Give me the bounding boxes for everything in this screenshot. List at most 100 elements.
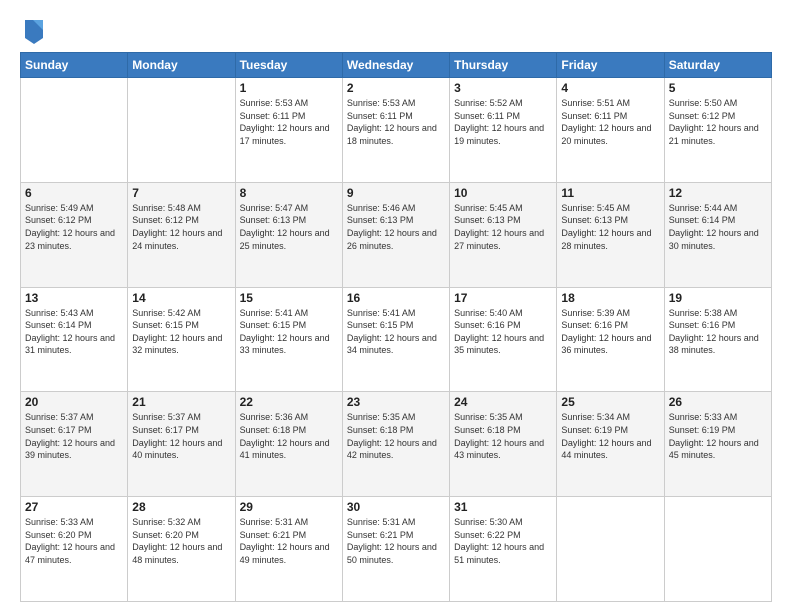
calendar-cell: 4Sunrise: 5:51 AM Sunset: 6:11 PM Daylig… <box>557 78 664 183</box>
weekday-header-monday: Monday <box>128 53 235 78</box>
day-number: 19 <box>669 291 767 305</box>
calendar-cell: 9Sunrise: 5:46 AM Sunset: 6:13 PM Daylig… <box>342 182 449 287</box>
day-number: 31 <box>454 500 552 514</box>
calendar-cell: 17 Sunrise: 5:40 AM Sunset: 6:16 PM Dayli… <box>450 287 557 392</box>
day-info: Sunrise: 5:37 AM Sunset: 6:17 PM Dayligh… <box>25 411 123 461</box>
week-row-3: 13 Sunrise: 5:43 AM Sunset: 6:14 PM Dayli… <box>21 287 772 392</box>
day-number: 8 <box>240 186 338 200</box>
day-info: Sunrise: 5:32 AM Sunset: 6:20 PM Dayligh… <box>132 516 230 566</box>
day-info: Sunrise: 5:45 AM Sunset: 6:13 PM Dayligh… <box>454 202 552 252</box>
calendar-cell: 25Sunrise: 5:34 AM Sunset: 6:19 PM Dayli… <box>557 392 664 497</box>
calendar-cell: 13 Sunrise: 5:43 AM Sunset: 6:14 PM Dayli… <box>21 287 128 392</box>
calendar-cell <box>557 497 664 602</box>
page: SundayMondayTuesdayWednesdayThursdayFrid… <box>0 0 792 612</box>
day-info: Sunrise: 5:48 AM Sunset: 6:12 PM Dayligh… <box>132 202 230 252</box>
logo <box>20 16 45 44</box>
calendar-cell: 5 Sunrise: 5:50 AM Sunset: 6:12 PM Daylig… <box>664 78 771 183</box>
calendar-cell: 7 Sunrise: 5:48 AM Sunset: 6:12 PM Daylig… <box>128 182 235 287</box>
calendar-cell: 18 Sunrise: 5:39 AM Sunset: 6:16 PM Dayli… <box>557 287 664 392</box>
day-number: 1 <box>240 81 338 95</box>
day-info: Sunrise: 5:53 AM Sunset: 6:11 PM Dayligh… <box>240 97 338 147</box>
calendar-cell: 24 Sunrise: 5:35 AM Sunset: 6:18 PM Dayli… <box>450 392 557 497</box>
day-number: 23 <box>347 395 445 409</box>
day-number: 30 <box>347 500 445 514</box>
week-row-4: 20 Sunrise: 5:37 AM Sunset: 6:17 PM Dayli… <box>21 392 772 497</box>
calendar-cell: 1 Sunrise: 5:53 AM Sunset: 6:11 PM Daylig… <box>235 78 342 183</box>
calendar-cell: 28 Sunrise: 5:32 AM Sunset: 6:20 PM Dayli… <box>128 497 235 602</box>
calendar-cell: 30 Sunrise: 5:31 AM Sunset: 6:21 PM Dayli… <box>342 497 449 602</box>
calendar-cell <box>664 497 771 602</box>
day-number: 11 <box>561 186 659 200</box>
calendar-cell: 26 Sunrise: 5:33 AM Sunset: 6:19 PM Dayli… <box>664 392 771 497</box>
day-info: Sunrise: 5:50 AM Sunset: 6:12 PM Dayligh… <box>669 97 767 147</box>
day-number: 21 <box>132 395 230 409</box>
day-info: Sunrise: 5:36 AM Sunset: 6:18 PM Dayligh… <box>240 411 338 461</box>
day-info: Sunrise: 5:31 AM Sunset: 6:21 PM Dayligh… <box>347 516 445 566</box>
calendar-cell: 19Sunrise: 5:38 AM Sunset: 6:16 PM Dayli… <box>664 287 771 392</box>
calendar-cell: 10 Sunrise: 5:45 AM Sunset: 6:13 PM Dayli… <box>450 182 557 287</box>
day-number: 13 <box>25 291 123 305</box>
weekday-header-thursday: Thursday <box>450 53 557 78</box>
day-info: Sunrise: 5:52 AM Sunset: 6:11 PM Dayligh… <box>454 97 552 147</box>
day-info: Sunrise: 5:40 AM Sunset: 6:16 PM Dayligh… <box>454 307 552 357</box>
calendar-cell: 31 Sunrise: 5:30 AM Sunset: 6:22 PM Dayli… <box>450 497 557 602</box>
day-number: 6 <box>25 186 123 200</box>
calendar-cell <box>21 78 128 183</box>
weekday-header-sunday: Sunday <box>21 53 128 78</box>
day-number: 28 <box>132 500 230 514</box>
day-number: 27 <box>25 500 123 514</box>
day-info: Sunrise: 5:49 AM Sunset: 6:12 PM Dayligh… <box>25 202 123 252</box>
day-info: Sunrise: 5:35 AM Sunset: 6:18 PM Dayligh… <box>454 411 552 461</box>
weekday-header-friday: Friday <box>557 53 664 78</box>
calendar: SundayMondayTuesdayWednesdayThursdayFrid… <box>20 52 772 602</box>
calendar-cell: 2 Sunrise: 5:53 AM Sunset: 6:11 PM Daylig… <box>342 78 449 183</box>
calendar-cell: 14Sunrise: 5:42 AM Sunset: 6:15 PM Dayli… <box>128 287 235 392</box>
calendar-cell: 29 Sunrise: 5:31 AM Sunset: 6:21 PM Dayli… <box>235 497 342 602</box>
calendar-cell: 21 Sunrise: 5:37 AM Sunset: 6:17 PM Dayli… <box>128 392 235 497</box>
day-info: Sunrise: 5:53 AM Sunset: 6:11 PM Dayligh… <box>347 97 445 147</box>
weekday-header-tuesday: Tuesday <box>235 53 342 78</box>
day-info: Sunrise: 5:35 AM Sunset: 6:18 PM Dayligh… <box>347 411 445 461</box>
day-number: 10 <box>454 186 552 200</box>
day-number: 22 <box>240 395 338 409</box>
day-number: 29 <box>240 500 338 514</box>
day-info: Sunrise: 5:37 AM Sunset: 6:17 PM Dayligh… <box>132 411 230 461</box>
day-info: Sunrise: 5:51 AM Sunset: 6:11 PM Dayligh… <box>561 97 659 147</box>
calendar-cell: 12Sunrise: 5:44 AM Sunset: 6:14 PM Dayli… <box>664 182 771 287</box>
day-number: 3 <box>454 81 552 95</box>
calendar-cell: 6 Sunrise: 5:49 AM Sunset: 6:12 PM Daylig… <box>21 182 128 287</box>
calendar-cell: 22 Sunrise: 5:36 AM Sunset: 6:18 PM Dayli… <box>235 392 342 497</box>
day-number: 12 <box>669 186 767 200</box>
day-number: 7 <box>132 186 230 200</box>
day-number: 9 <box>347 186 445 200</box>
calendar-cell: 16Sunrise: 5:41 AM Sunset: 6:15 PM Dayli… <box>342 287 449 392</box>
weekday-header-saturday: Saturday <box>664 53 771 78</box>
day-info: Sunrise: 5:31 AM Sunset: 6:21 PM Dayligh… <box>240 516 338 566</box>
day-info: Sunrise: 5:41 AM Sunset: 6:15 PM Dayligh… <box>240 307 338 357</box>
day-number: 20 <box>25 395 123 409</box>
day-number: 2 <box>347 81 445 95</box>
day-number: 5 <box>669 81 767 95</box>
day-info: Sunrise: 5:41 AM Sunset: 6:15 PM Dayligh… <box>347 307 445 357</box>
week-row-5: 27 Sunrise: 5:33 AM Sunset: 6:20 PM Dayli… <box>21 497 772 602</box>
day-info: Sunrise: 5:39 AM Sunset: 6:16 PM Dayligh… <box>561 307 659 357</box>
calendar-cell: 3 Sunrise: 5:52 AM Sunset: 6:11 PM Daylig… <box>450 78 557 183</box>
day-info: Sunrise: 5:30 AM Sunset: 6:22 PM Dayligh… <box>454 516 552 566</box>
day-info: Sunrise: 5:43 AM Sunset: 6:14 PM Dayligh… <box>25 307 123 357</box>
day-info: Sunrise: 5:47 AM Sunset: 6:13 PM Dayligh… <box>240 202 338 252</box>
day-info: Sunrise: 5:33 AM Sunset: 6:19 PM Dayligh… <box>669 411 767 461</box>
header <box>20 16 772 44</box>
day-info: Sunrise: 5:42 AM Sunset: 6:15 PM Dayligh… <box>132 307 230 357</box>
day-number: 18 <box>561 291 659 305</box>
day-number: 17 <box>454 291 552 305</box>
calendar-cell: 20 Sunrise: 5:37 AM Sunset: 6:17 PM Dayli… <box>21 392 128 497</box>
day-number: 25 <box>561 395 659 409</box>
day-number: 26 <box>669 395 767 409</box>
logo-icon <box>23 16 45 44</box>
day-info: Sunrise: 5:45 AM Sunset: 6:13 PM Dayligh… <box>561 202 659 252</box>
day-number: 24 <box>454 395 552 409</box>
weekday-header-row: SundayMondayTuesdayWednesdayThursdayFrid… <box>21 53 772 78</box>
week-row-1: 1 Sunrise: 5:53 AM Sunset: 6:11 PM Daylig… <box>21 78 772 183</box>
calendar-cell: 8 Sunrise: 5:47 AM Sunset: 6:13 PM Daylig… <box>235 182 342 287</box>
day-info: Sunrise: 5:33 AM Sunset: 6:20 PM Dayligh… <box>25 516 123 566</box>
